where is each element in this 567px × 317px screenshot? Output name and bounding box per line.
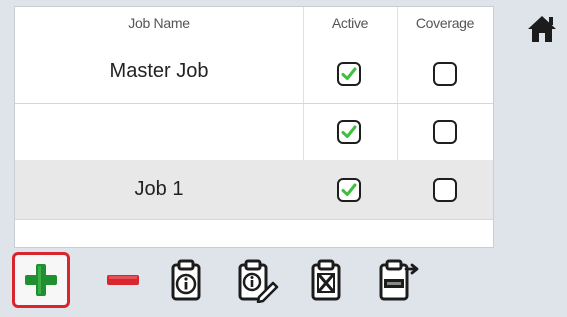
table-row[interactable]: Job 1 — [15, 160, 493, 219]
remove-job-button[interactable] — [94, 252, 152, 308]
coverage-checkbox[interactable] — [433, 120, 457, 144]
active-checkbox[interactable] — [337, 178, 361, 202]
job-delete-icon — [311, 259, 341, 301]
check-icon — [341, 183, 357, 196]
job-info-icon — [171, 259, 201, 301]
job-toolbar — [12, 248, 442, 314]
check-icon — [341, 67, 357, 80]
job-delete-button[interactable] — [297, 252, 355, 308]
remove-icon — [107, 275, 139, 285]
job-name-cell: Job 1 — [134, 178, 184, 200]
coverage-checkbox[interactable] — [433, 62, 457, 86]
job-edit-button[interactable] — [227, 252, 285, 308]
active-checkbox[interactable] — [337, 120, 361, 144]
home-icon — [528, 16, 556, 42]
coverage-checkbox[interactable] — [433, 178, 457, 202]
check-icon — [341, 125, 357, 138]
job-name-cell: Master Job — [109, 60, 209, 82]
jobs-table: Job Name Active Coverage Master Job Job … — [14, 6, 494, 248]
row-divider — [15, 219, 493, 220]
job-export-icon — [379, 259, 419, 301]
job-edit-icon — [238, 259, 279, 303]
table-row[interactable]: Master Job — [15, 7, 493, 103]
table-row[interactable] — [15, 104, 493, 160]
add-icon — [25, 264, 57, 296]
active-checkbox[interactable] — [337, 62, 361, 86]
add-job-button[interactable] — [12, 252, 70, 308]
job-info-button[interactable] — [157, 252, 215, 308]
home-button[interactable] — [526, 14, 558, 44]
job-export-button[interactable] — [370, 252, 428, 308]
device-screen: Job Name Active Coverage Master Job Job … — [0, 0, 567, 317]
